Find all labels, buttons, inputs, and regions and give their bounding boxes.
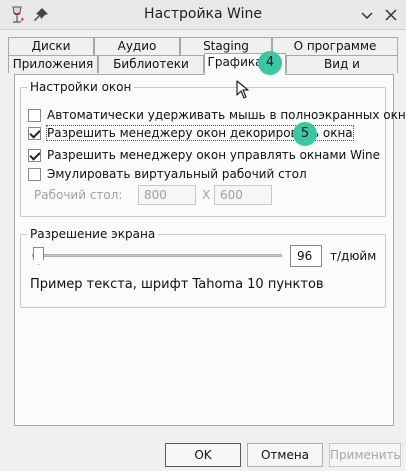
tab-drives-label: Диски: [31, 39, 71, 53]
desktop-size-label: Рабочий стол:: [34, 188, 123, 202]
minimize-chevron-icon[interactable]: [356, 4, 378, 26]
tab-audio-label: Аудио: [117, 39, 157, 53]
option-manage-windows[interactable]: Разрешить менеджеру окон управлять окнам…: [28, 147, 380, 163]
step-marker-4: 4: [258, 51, 282, 75]
option-capture-mouse[interactable]: Автоматически удерживать мышь в полноэкр…: [28, 107, 406, 123]
manage-windows-checkbox[interactable]: [28, 148, 41, 162]
title-bar: Настройка Wine: [0, 0, 406, 30]
tab-applications-label: Приложения: [12, 57, 94, 71]
tab-graphics-label: Графика: [207, 55, 263, 69]
capture-mouse-label: Автоматически удерживать мышь в полноэкр…: [47, 108, 406, 122]
tab-drives[interactable]: Диски: [8, 37, 94, 55]
dpi-unit-label: т/дюйм: [330, 249, 377, 263]
decorate-windows-checkbox[interactable]: [28, 126, 41, 140]
desktop-width-input[interactable]: 800: [138, 185, 196, 205]
dpi-slider-track[interactable]: [32, 254, 282, 257]
ok-button[interactable]: OK: [165, 443, 241, 467]
desktop-size-separator: X: [202, 188, 211, 202]
tab-about[interactable]: О программе: [272, 37, 398, 55]
tab-staging-label: Staging: [203, 39, 249, 53]
dpi-input[interactable]: 96: [290, 245, 322, 267]
capture-mouse-checkbox[interactable]: [28, 108, 41, 122]
tab-audio[interactable]: Аудио: [94, 37, 180, 55]
window-settings-legend: Настройки окон: [27, 80, 135, 94]
option-virtual-desktop[interactable]: Эмулировать виртуальный рабочий стол: [28, 166, 307, 182]
mouse-cursor-icon: [236, 80, 252, 103]
font-sample-text: Пример текста, шрифт Tahoma 10 пунктов: [30, 277, 324, 292]
virtual-desktop-label: Эмулировать виртуальный рабочий стол: [47, 167, 307, 181]
manage-windows-label: Разрешить менеджеру окон управлять окнам…: [47, 148, 381, 162]
step-marker-5: 5: [293, 122, 317, 146]
screen-resolution-legend: Разрешение экрана: [27, 227, 159, 241]
screen-resolution-group: Разрешение экрана: [20, 227, 386, 308]
apply-button[interactable]: Применить: [329, 443, 401, 467]
cancel-button[interactable]: Отмена: [247, 443, 323, 467]
tab-applications[interactable]: Приложения: [8, 55, 98, 73]
tab-desktop-integration[interactable]: Вид и интеграция: [286, 55, 398, 87]
tab-libraries[interactable]: Библиотеки: [98, 55, 204, 73]
tab-about-label: О программе: [293, 39, 377, 53]
tab-libraries-label: Библиотеки: [113, 57, 189, 71]
close-icon[interactable]: [380, 4, 402, 26]
desktop-height-input[interactable]: 600: [214, 185, 272, 205]
window-title: Настройка Wine: [144, 6, 262, 22]
virtual-desktop-checkbox[interactable]: [28, 167, 41, 181]
